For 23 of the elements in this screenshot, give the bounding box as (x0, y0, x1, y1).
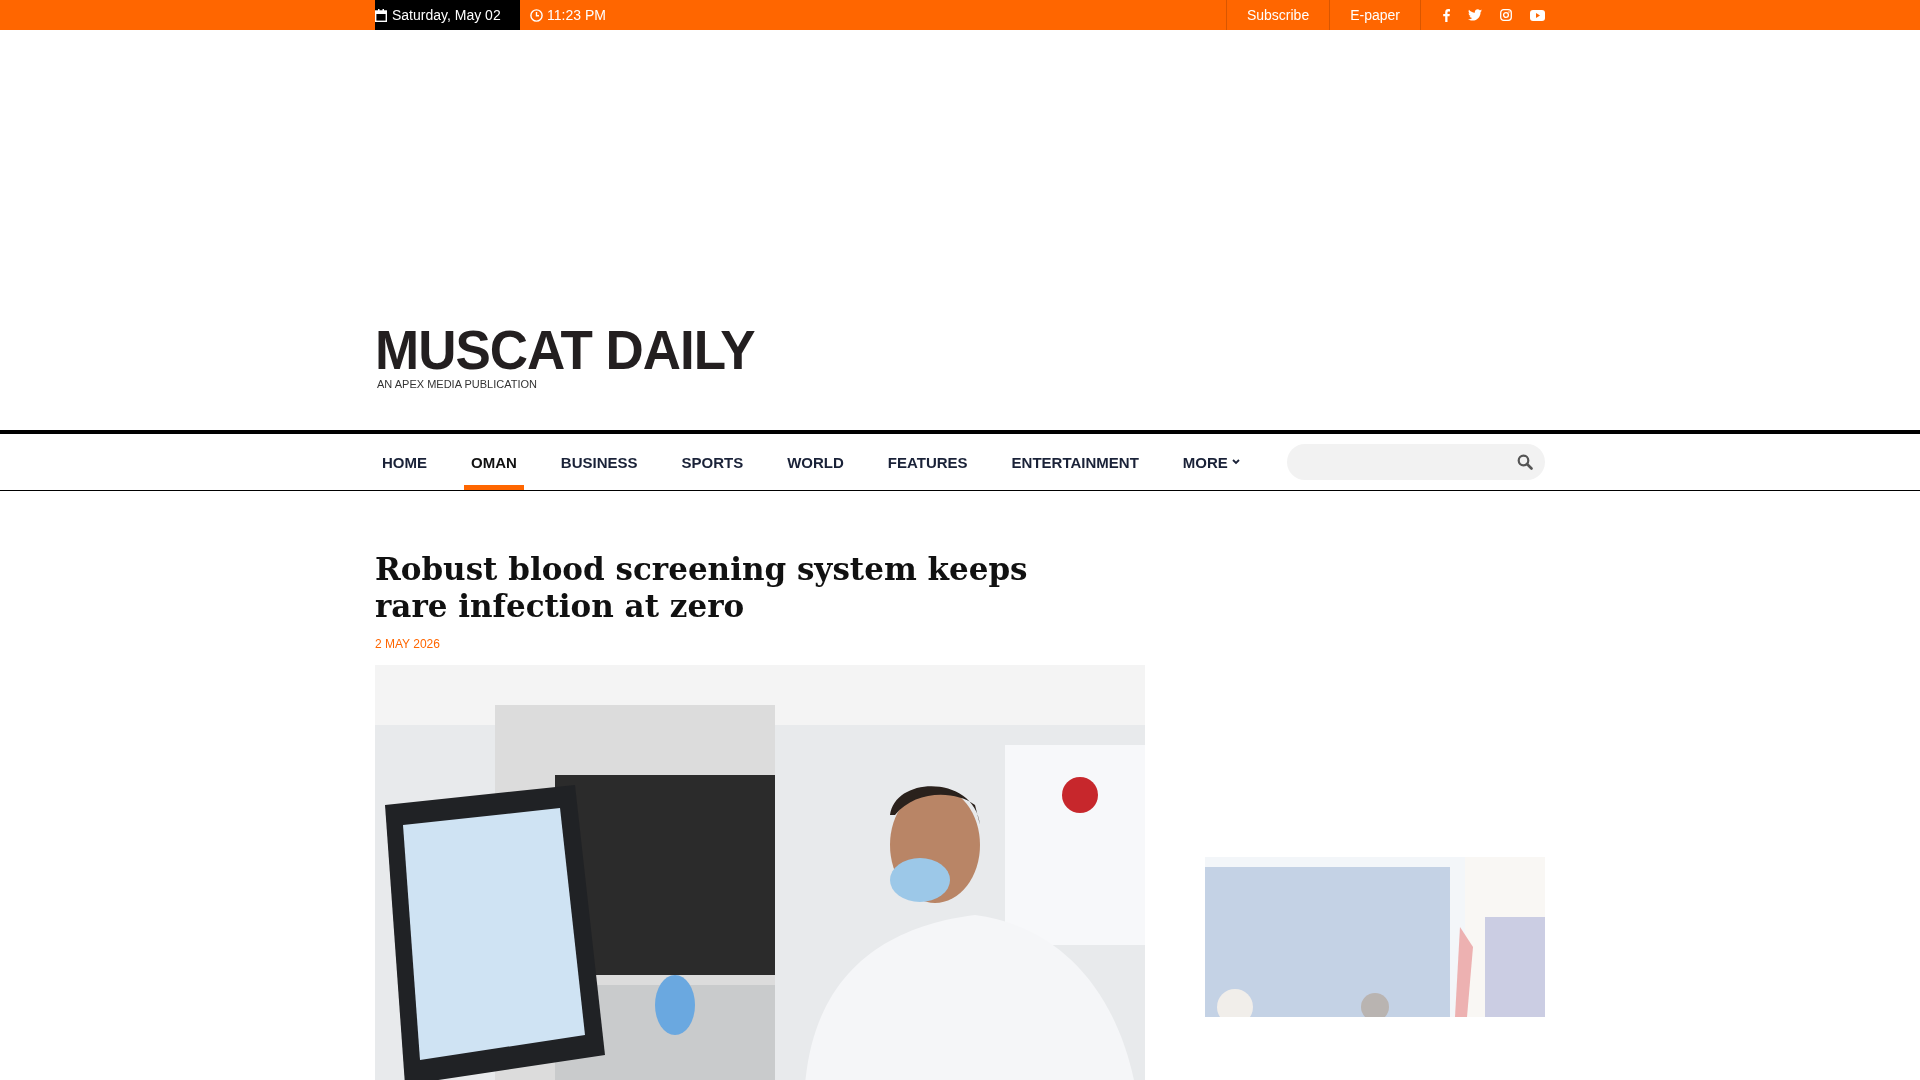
twitter-icon[interactable] (1468, 9, 1482, 21)
current-date: Saturday, May 02 (392, 7, 501, 23)
logo-tagline: AN APEX MEDIA PUBLICATION (377, 378, 537, 390)
nav-tab[interactable]: HOME (375, 434, 434, 490)
calendar-icon (375, 8, 387, 22)
clock-icon (530, 8, 543, 22)
nav-tab[interactable]: BUSINESS (553, 434, 645, 490)
nav-tab[interactable]: FEATURES (880, 434, 975, 490)
article-headline: Robust blood screening system keeps rare infection at zero (375, 551, 1029, 625)
facebook-icon[interactable] (1443, 8, 1450, 22)
search-icon[interactable] (1517, 454, 1533, 470)
site-logo[interactable]: MUSCAT DAILY (375, 320, 755, 380)
current-time: 11:23 PM (547, 7, 606, 23)
nav-tab[interactable]: ENTERTAINMENT (1004, 434, 1146, 490)
instagram-icon[interactable] (1500, 9, 1512, 21)
nav-tab[interactable]: OMAN (464, 434, 524, 490)
nav-tab[interactable]: SPORTS (674, 434, 751, 490)
search-field[interactable] (1287, 444, 1545, 480)
article-date: 2 MAY 2026 (375, 637, 441, 651)
nav-tab[interactable]: WORLD (780, 434, 851, 490)
nav-tab[interactable]: MORE (1175, 434, 1247, 490)
youtube-icon[interactable] (1530, 9, 1545, 21)
chevron-down-icon (1231, 459, 1240, 465)
